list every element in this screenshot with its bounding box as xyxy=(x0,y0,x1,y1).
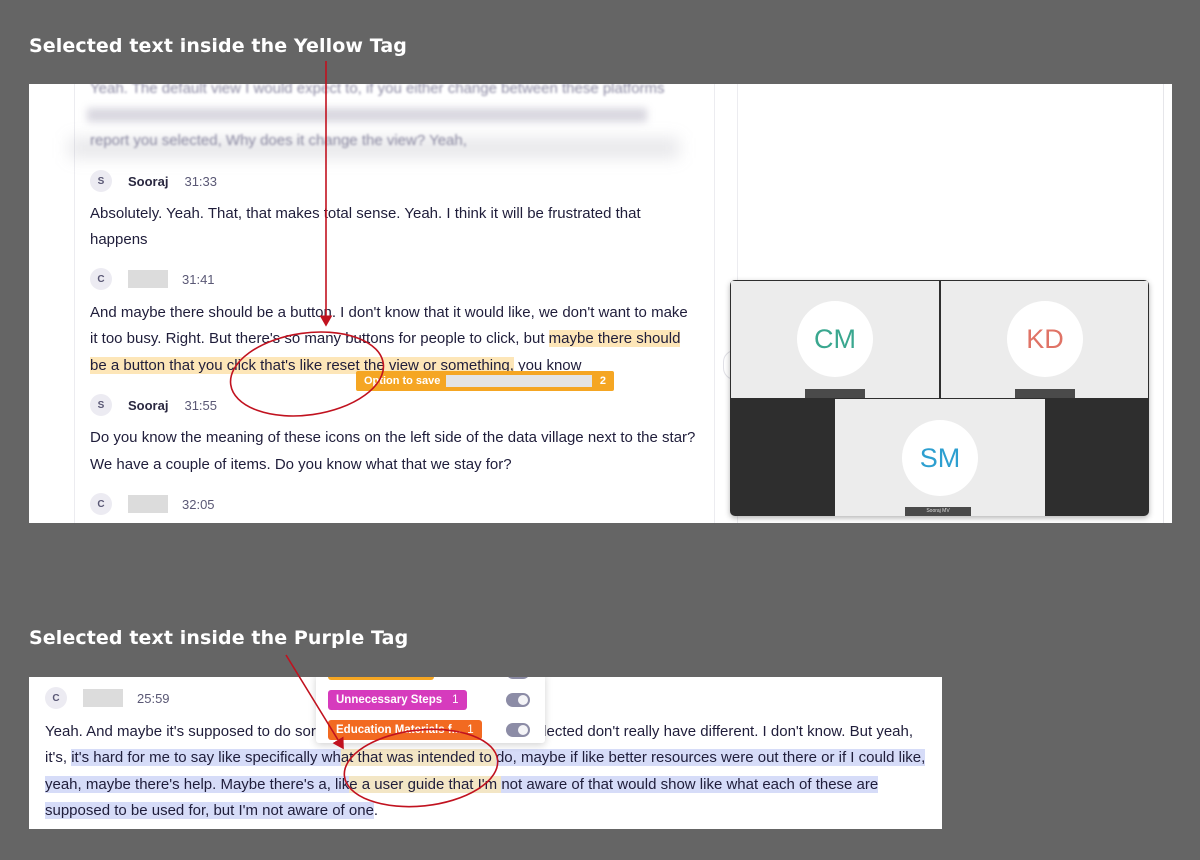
annotation-overlay xyxy=(229,61,499,808)
annotation-arrow-bottom xyxy=(285,654,344,750)
annotation-ellipse-bottom xyxy=(343,728,499,808)
annotation-ellipse-top xyxy=(229,331,385,417)
